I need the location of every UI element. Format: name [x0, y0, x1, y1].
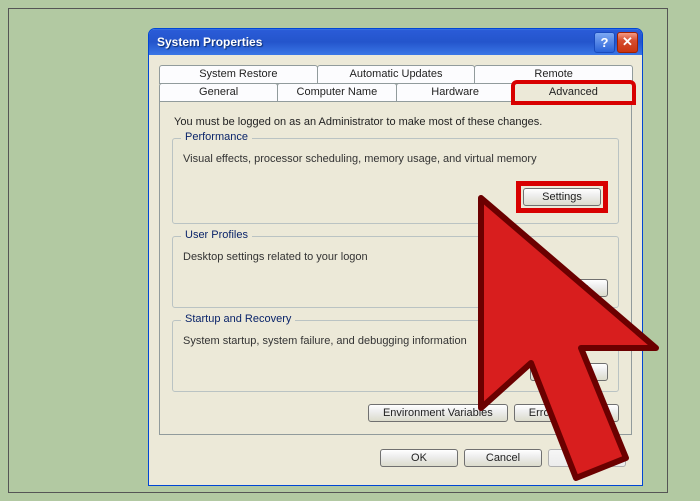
titlebar[interactable]: System Properties ? ✕: [149, 29, 642, 55]
environment-variables-button[interactable]: Environment Variables: [368, 404, 508, 422]
tab-advanced[interactable]: Advanced: [514, 83, 633, 102]
group-startup-recovery: Startup and Recovery System startup, sys…: [172, 320, 619, 392]
tabpage-advanced: You must be logged on as an Administrato…: [159, 102, 632, 435]
cancel-button[interactable]: Cancel: [464, 449, 542, 467]
group-user-profiles-legend: User Profiles: [181, 229, 252, 241]
close-button[interactable]: ✕: [617, 32, 638, 53]
group-performance-legend: Performance: [181, 131, 252, 143]
dialog-buttons-row: OK Cancel Apply: [159, 443, 632, 475]
tabs-front-row: General Computer Name Hardware Advanced: [159, 83, 632, 102]
admin-notice: You must be logged on as an Administrato…: [174, 116, 617, 128]
tab-hardware[interactable]: Hardware: [396, 83, 515, 102]
group-performance: Performance Visual effects, processor sc…: [172, 138, 619, 224]
tab-automatic-updates[interactable]: Automatic Updates: [317, 65, 476, 84]
client-area: System Restore Automatic Updates Remote …: [149, 55, 642, 485]
extras-row: Environment Variables Error Reporting: [172, 404, 619, 422]
group-startup-legend: Startup and Recovery: [181, 313, 295, 325]
window-title: System Properties: [153, 35, 592, 49]
tab-general[interactable]: General: [159, 83, 278, 102]
group-performance-desc: Visual effects, processor scheduling, me…: [183, 153, 608, 165]
group-startup-desc: System startup, system failure, and debu…: [183, 335, 608, 347]
tab-computer-name[interactable]: Computer Name: [277, 83, 396, 102]
settings-button-highlight: Settings: [516, 181, 608, 213]
tab-system-restore[interactable]: System Restore: [159, 65, 318, 84]
tabs-back-row: System Restore Automatic Updates Remote: [159, 65, 632, 84]
apply-button[interactable]: Apply: [548, 449, 626, 467]
help-button[interactable]: ?: [594, 32, 615, 53]
ok-button[interactable]: OK: [380, 449, 458, 467]
performance-settings-button[interactable]: Settings: [523, 188, 601, 206]
system-properties-window: System Properties ? ✕ System Restore Aut…: [148, 28, 643, 486]
group-user-profiles: User Profiles Desktop settings related t…: [172, 236, 619, 308]
tab-remote[interactable]: Remote: [474, 65, 633, 84]
startup-settings-button[interactable]: Settings: [530, 363, 608, 381]
group-user-profiles-desc: Desktop settings related to your logon: [183, 251, 608, 263]
user-profiles-settings-button[interactable]: Settings: [530, 279, 608, 297]
error-reporting-button[interactable]: Error Reporting: [514, 404, 619, 422]
